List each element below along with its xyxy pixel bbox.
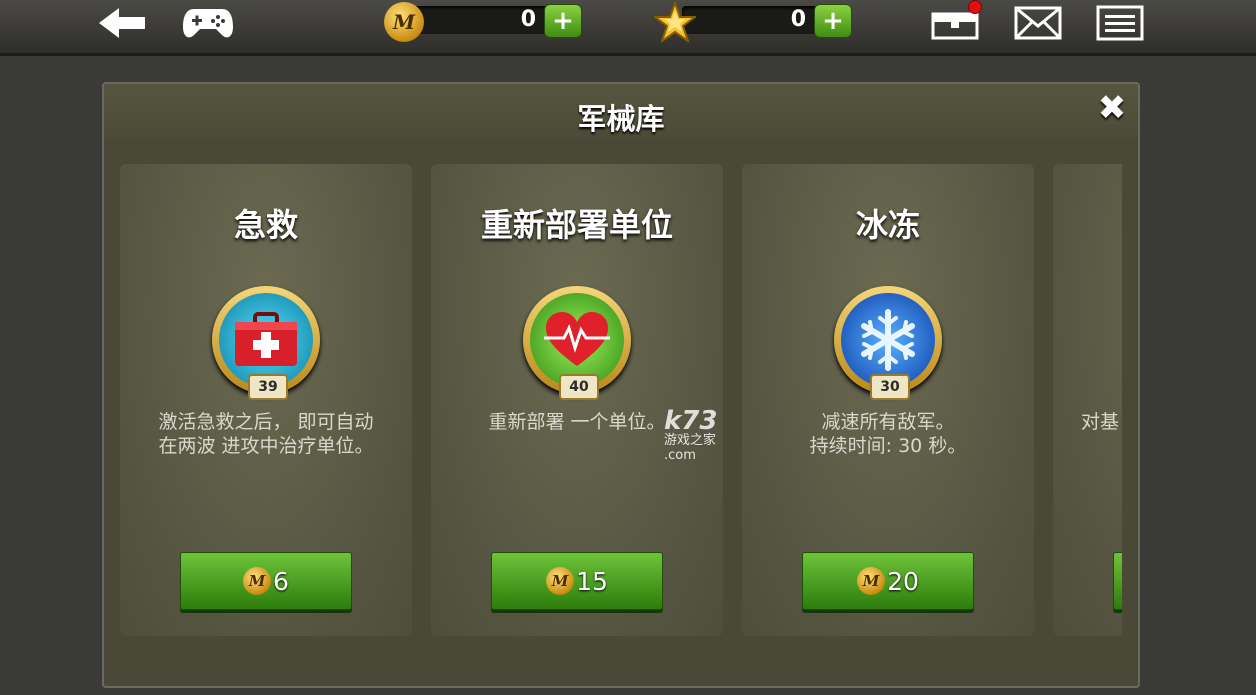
- heart-pulse-icon: [530, 293, 624, 387]
- watermark-logo: k73: [664, 406, 718, 436]
- card-description: 减速所有敌军。 持续时间: 30 秒。: [809, 411, 967, 457]
- buy-freeze-button[interactable]: M 20: [802, 552, 974, 610]
- watermark-site: 游戏之家: [664, 433, 717, 448]
- card-title: 急救: [233, 206, 298, 244]
- freeze-medal[interactable]: 30: [834, 286, 942, 400]
- top-bar: M 0 + 0 +: [0, 0, 1256, 56]
- menu-icon[interactable]: [1094, 0, 1146, 46]
- star-count: 0: [790, 7, 806, 32]
- coin-emblem-icon: M: [384, 2, 424, 42]
- price-label: 6: [273, 566, 289, 596]
- watermark: k73 游戏之家 .com: [664, 408, 717, 463]
- first-aid-medal[interactable]: 39: [212, 286, 320, 400]
- redeploy-medal[interactable]: 40: [523, 286, 631, 400]
- item-level-badge: 39: [248, 374, 288, 400]
- panel-header: 军械库 ✖: [104, 84, 1138, 138]
- item-card-list: 急救 39 激活急救之后， 即可自动 在两波 进攻中治疗单位。 M 6 重新部署…: [120, 164, 1122, 638]
- item-card-first-aid: 急救 39 激活急救之后， 即可自动 在两波 进攻中治疗单位。 M 6: [120, 164, 412, 636]
- card-description: 对基: [1081, 411, 1120, 433]
- coin-emblem-letter: M: [248, 572, 266, 590]
- card-title: 重新部署单位: [480, 206, 673, 244]
- star-counter: 0 +: [652, 0, 852, 44]
- panel-title: 军械库: [577, 102, 665, 136]
- add-coins-button[interactable]: +: [544, 4, 582, 38]
- coin-icon: M: [857, 567, 886, 595]
- add-coins-label: +: [552, 6, 574, 36]
- item-card-freeze: 冰冻 30 减速所有敌军。 持续时间: 30 秒。 M 20: [742, 164, 1034, 636]
- armory-panel: 军械库 ✖ 急救 39 激活急救之后， 即可自动 在两波 进攻中治疗单位。 M …: [102, 82, 1140, 688]
- item-level-badge: 40: [559, 374, 599, 400]
- snowflake-icon: [841, 293, 935, 387]
- back-arrow-icon[interactable]: [96, 0, 148, 46]
- coin-emblem-letter: M: [392, 10, 416, 34]
- coin-emblem-letter: M: [862, 572, 880, 590]
- item-card-partial: 对基: [1053, 164, 1122, 636]
- watermark-domain: .com: [664, 448, 696, 463]
- card-title: 冰冻: [855, 206, 920, 244]
- buy-item-button[interactable]: [1113, 552, 1122, 610]
- mail-icon[interactable]: [1012, 0, 1064, 46]
- add-stars-button[interactable]: +: [814, 4, 852, 38]
- item-level-badge: 30: [870, 374, 910, 400]
- star-icon: [652, 0, 698, 46]
- item-card-redeploy: 重新部署单位 40 重新部署 一个单位。 M 15: [431, 164, 723, 636]
- coin-count: 0: [520, 7, 536, 32]
- first-aid-kit-icon: [219, 293, 313, 387]
- price-label: 15: [576, 566, 608, 596]
- coin-icon: M: [243, 567, 272, 595]
- buy-first-aid-button[interactable]: M 6: [180, 552, 352, 610]
- gamepad-icon[interactable]: [180, 0, 236, 46]
- price-label: 20: [887, 566, 919, 596]
- close-icon[interactable]: ✖: [1094, 90, 1130, 126]
- coin-counter: M 0 +: [384, 2, 582, 42]
- add-stars-label: +: [822, 6, 844, 36]
- buy-redeploy-button[interactable]: M 15: [491, 552, 663, 610]
- treasure-chest-icon[interactable]: [930, 0, 982, 46]
- card-description: 激活急救之后， 即可自动 在两波 进攻中治疗单位。: [158, 411, 374, 457]
- coin-emblem-letter: M: [551, 572, 569, 590]
- notification-dot: [968, 0, 982, 14]
- coin-icon: M: [546, 567, 575, 595]
